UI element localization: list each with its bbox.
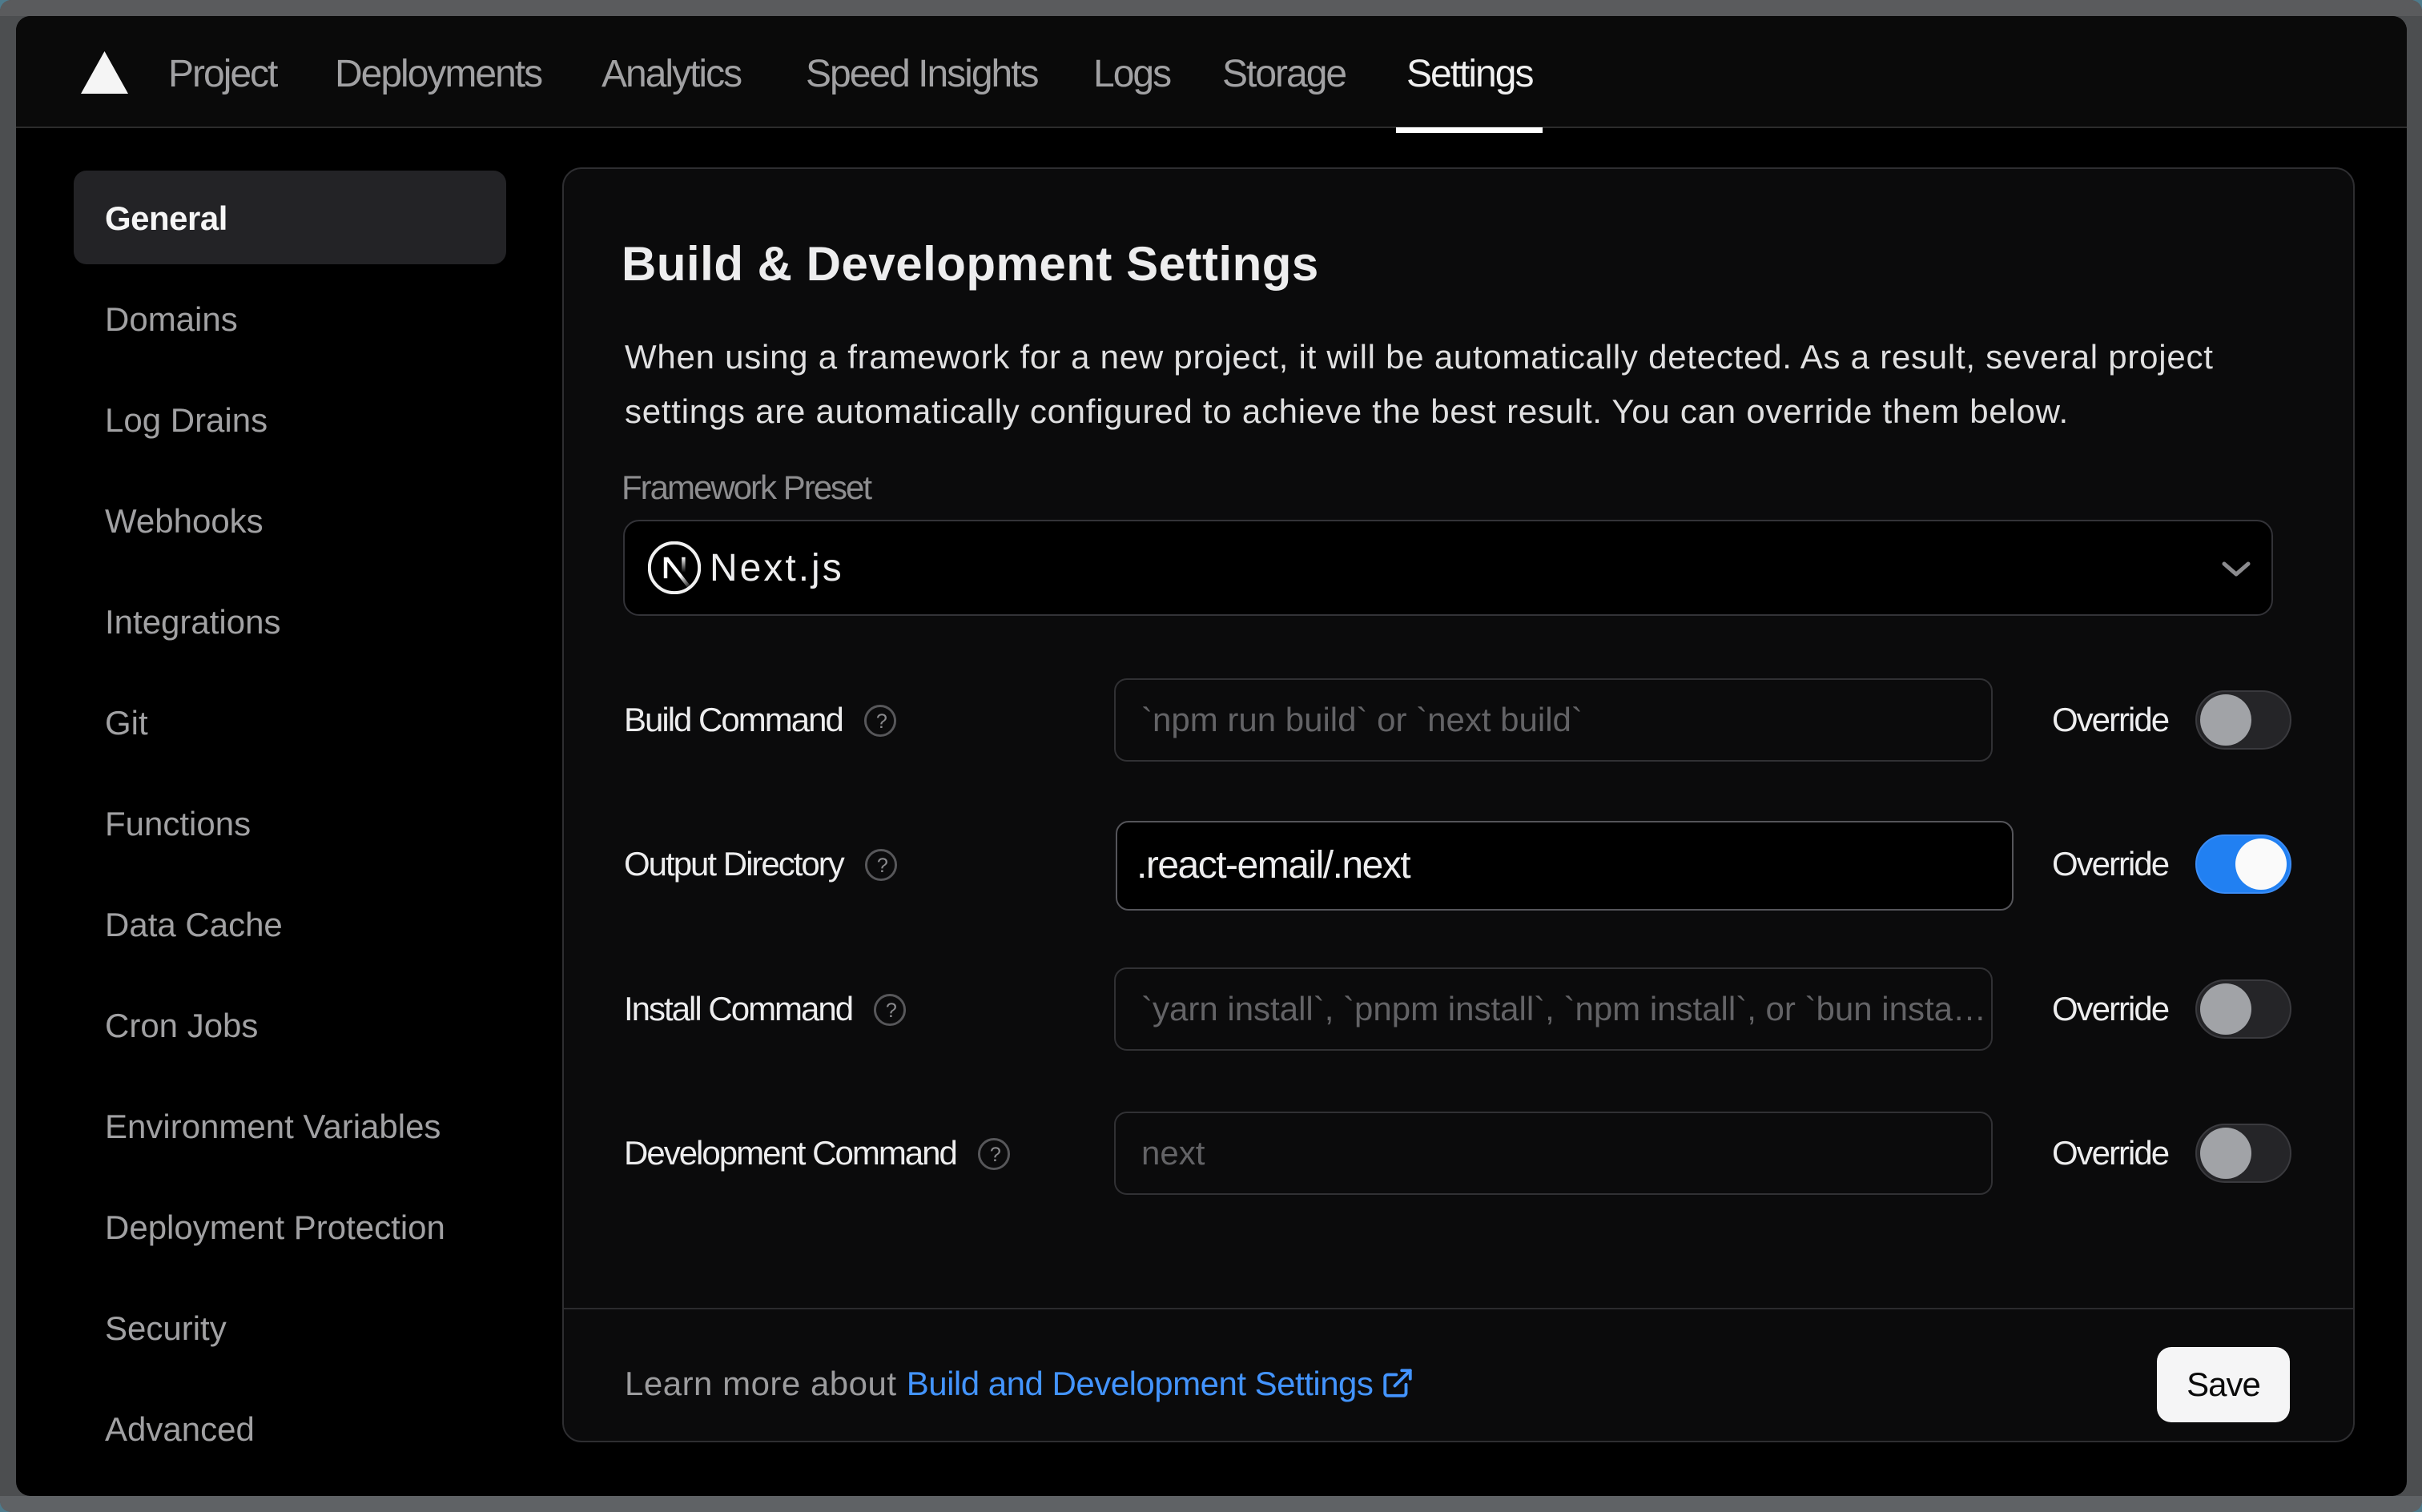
svg-text:?: ? bbox=[990, 1144, 1001, 1166]
svg-text:?: ? bbox=[876, 855, 887, 877]
svg-text:?: ? bbox=[886, 999, 897, 1022]
svg-text:?: ? bbox=[876, 710, 887, 733]
